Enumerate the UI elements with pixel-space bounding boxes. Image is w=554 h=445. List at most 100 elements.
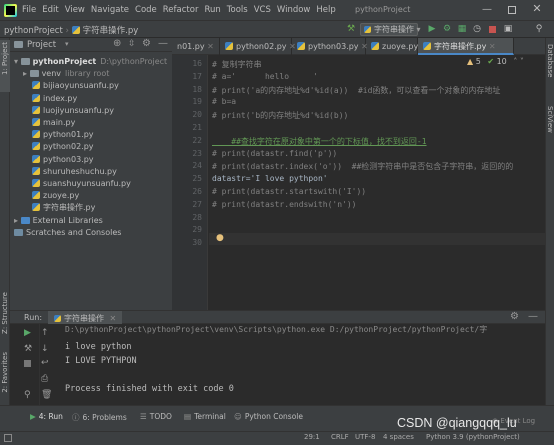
tree-file[interactable]: zuoye.py (10, 190, 79, 202)
structure-tool-tab[interactable]: Z: Structure (0, 290, 10, 340)
chevron-down-icon[interactable]: ▾ (65, 40, 69, 48)
menu-file[interactable]: File (22, 5, 36, 15)
minimize-panel-icon[interactable]: — (158, 38, 168, 49)
stop-icon[interactable] (487, 24, 497, 34)
menu-help[interactable]: Help (316, 5, 335, 15)
menu-view[interactable]: View (65, 5, 85, 15)
menu-navigate[interactable]: Navigate (91, 5, 129, 15)
tree-file[interactable]: luojiyunsuanfu.py (10, 105, 114, 117)
menu-code[interactable]: Code (135, 5, 157, 15)
minimize-button[interactable]: — (480, 4, 494, 16)
tree-label: venv (41, 69, 62, 79)
tree-file[interactable]: 字符串操作.py (10, 202, 95, 214)
run-config-select[interactable]: 字符串操作 ▾ (360, 23, 421, 36)
chevron-up-icon[interactable]: ˄ (513, 57, 517, 66)
pin-icon[interactable]: ⚲ (24, 390, 31, 400)
editor-tab-label: python03.py (308, 42, 359, 51)
python-file-icon (371, 42, 379, 50)
tree-node[interactable]: ▸ External Libraries (10, 215, 103, 227)
sciview-tool-tab[interactable]: SciView (546, 106, 554, 146)
menu-window[interactable]: Window (277, 5, 311, 15)
editor-tab[interactable]: n01.py ✕ (172, 38, 220, 55)
minimize-panel-icon[interactable]: — (528, 311, 538, 322)
tree-file[interactable]: index.py (10, 93, 77, 105)
code-line: ##查找字符在原对象中第一个的下标值，找不到返回-1 (212, 136, 427, 146)
run-tab[interactable]: 字符串操作 ✕ (48, 311, 123, 324)
line-number: 16 (192, 59, 202, 68)
down-arrow-icon[interactable]: ↓ (41, 344, 49, 354)
debug-icon[interactable]: ⚙ (442, 24, 452, 34)
tree-node[interactable]: ▸ venv library root (10, 68, 109, 80)
bottom-tab-label: 4: Run (38, 412, 63, 421)
chevron-down-icon[interactable]: ˅ (520, 57, 524, 66)
lightbulb-icon[interactable]: ● (216, 233, 224, 243)
menu-vcs[interactable]: VCS (254, 5, 271, 15)
bottom-tab[interactable]: ⓘ 6: Problems (72, 412, 127, 423)
chevron-right-icon[interactable]: ▸ (14, 216, 21, 225)
stop-icon[interactable] (24, 360, 31, 367)
close-tab-icon[interactable]: ✕ (110, 314, 117, 323)
up-arrow-icon[interactable]: ↑ (41, 328, 49, 338)
run-icon[interactable]: ▶ (427, 24, 437, 34)
profile-icon[interactable]: ◷ (472, 24, 482, 34)
hammer-icon[interactable]: ⚒ (347, 24, 355, 34)
breadcrumb-file[interactable]: 字符串操作.py (83, 26, 139, 36)
delete-icon[interactable]: 🗑 (41, 390, 52, 400)
coverage-icon[interactable]: ▦ (457, 24, 467, 34)
file-encoding[interactable]: UTF-8 (355, 433, 375, 441)
python-file-icon (32, 166, 40, 175)
editor-tab[interactable]: python02.py ✕ (220, 38, 296, 55)
editor-tab[interactable]: zuoye.py ✕ (366, 38, 427, 55)
tree-file[interactable]: python03.py (10, 154, 94, 166)
chevron-right-icon[interactable]: ▸ (23, 69, 30, 78)
tree-file[interactable]: python02.py (10, 141, 94, 153)
menu-run[interactable]: Run (204, 5, 220, 15)
tree-node[interactable]: ▾ pythonProject D:\pythonProject (10, 56, 167, 68)
collapse-icon[interactable]: ⇳ (128, 39, 136, 49)
gear-icon[interactable]: ⚙ (142, 38, 151, 49)
rerun-icon[interactable]: ▶ (24, 328, 31, 338)
indent-setting[interactable]: 4 spaces (383, 433, 414, 441)
python-file-icon (32, 105, 40, 114)
tree-file[interactable]: bijiaoyunsuanfu.py (10, 80, 119, 92)
editor-tab[interactable]: 字符串操作.py ✕ (418, 38, 514, 55)
tree-file[interactable]: python01.py (10, 129, 94, 141)
project-tool-tab[interactable]: 1: Project (0, 40, 10, 92)
cursor-position[interactable]: 29:1 (304, 433, 320, 441)
print-icon[interactable]: ⎙ (41, 374, 48, 384)
tree-file[interactable]: main.py (10, 117, 75, 129)
window-icon[interactable]: ▣ (503, 24, 513, 34)
database-tool-tab[interactable]: Database (546, 44, 554, 88)
chevron-down-icon[interactable]: ▾ (14, 57, 21, 66)
gear-icon[interactable]: ⚙ (510, 311, 519, 322)
bottom-tab[interactable]: ▤ Terminal (184, 412, 226, 421)
search-icon[interactable]: ⚲ (534, 24, 544, 34)
maximize-button[interactable] (505, 4, 519, 16)
folder-icon (20, 58, 30, 65)
editor-tab-bar: n01.py ✕ python02.py ✕ python03.py ✕ zuoye.… (172, 38, 545, 55)
menu-tools[interactable]: Tools (227, 5, 248, 15)
menu-refactor[interactable]: Refactor (163, 5, 199, 15)
line-separator[interactable]: CRLF (331, 433, 349, 441)
bottom-tab[interactable]: ▶ 4: Run (30, 412, 63, 421)
favorites-tool-tab[interactable]: 2: Favorites (0, 350, 10, 400)
soft-wrap-icon[interactable]: ↩ (41, 358, 49, 368)
editor-tab[interactable]: python03.py ✕ (292, 38, 368, 55)
add-icon[interactable]: ⊕ (113, 38, 121, 49)
close-tab-icon[interactable]: ✕ (486, 42, 496, 51)
tree-node[interactable]: Scratches and Consoles (10, 227, 121, 239)
project-view-select[interactable]: Project (27, 40, 56, 50)
menu-edit[interactable]: Edit (42, 5, 58, 15)
tree-file[interactable]: shuruheshuchu.py (10, 166, 117, 178)
line-number: 28 (192, 212, 202, 222)
breadcrumb-project[interactable]: pythonProject (4, 26, 63, 36)
code-area[interactable]: 16 # 复制字符串 17 # a=' hello ' 18 # print('a的内存地… (172, 55, 545, 327)
bottom-tab[interactable]: ☰ TODO (140, 412, 172, 421)
bottom-tab[interactable]: ☺ Python Console (234, 412, 303, 421)
close-button[interactable]: ✕ (530, 2, 544, 16)
wrench-icon[interactable]: ⚒ (24, 344, 32, 354)
close-tab-icon[interactable]: ✕ (205, 42, 214, 51)
inspection-widget[interactable]: ▲ 5 ✔ 10 ˄ ˅ (467, 57, 524, 66)
tree-file[interactable]: suanshuyunsuanfu.py (10, 178, 131, 190)
python-interpreter[interactable]: Python 3.9 (pythonProject) (426, 433, 520, 441)
